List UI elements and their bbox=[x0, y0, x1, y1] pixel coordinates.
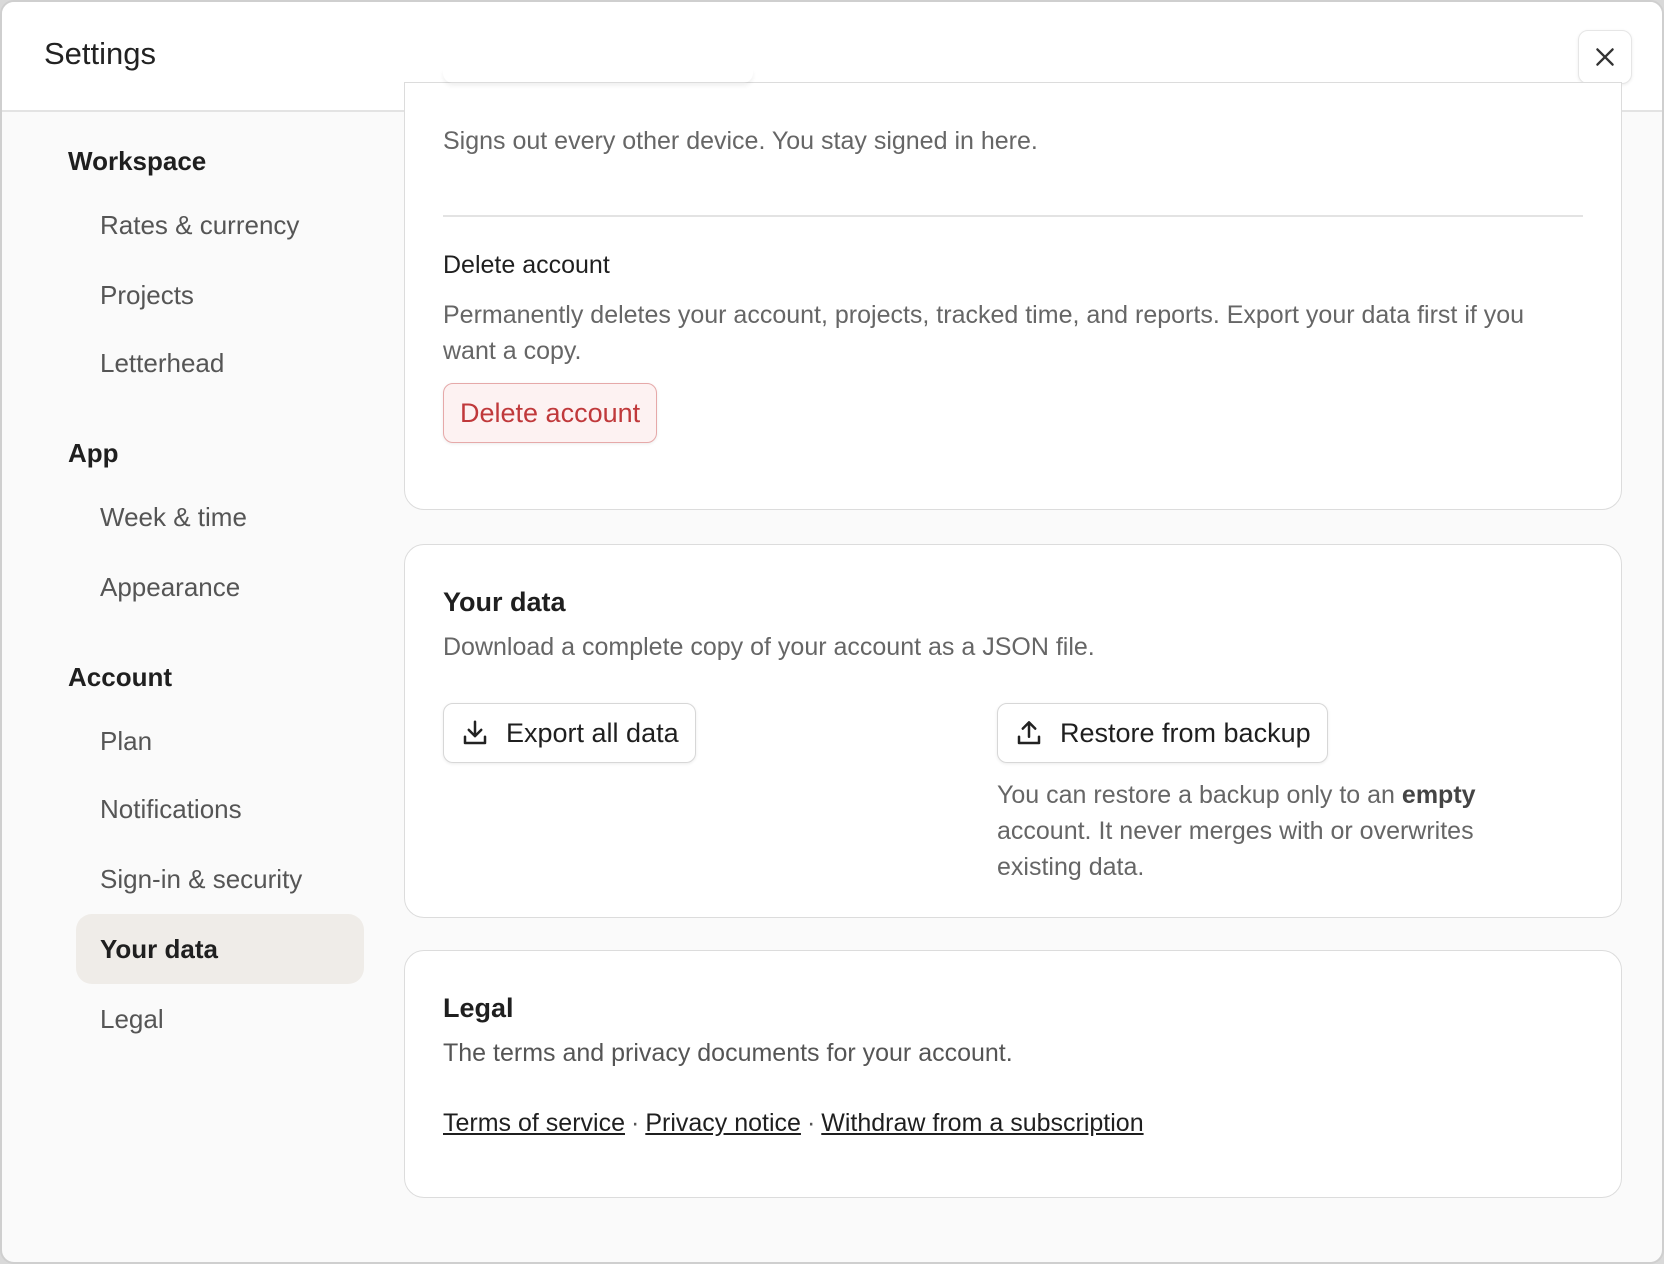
sidebar-item-notifications[interactable]: Notifications bbox=[76, 774, 364, 844]
sidebar-item-label: Your data bbox=[100, 933, 218, 964]
delete-account-title: Delete account bbox=[443, 251, 610, 279]
sidebar-item-label: Rates & currency bbox=[100, 209, 300, 240]
sign-out-hint: Signs out every other device. You stay s… bbox=[443, 127, 1038, 155]
sidebar-item-label: Legal bbox=[100, 1003, 164, 1034]
download-icon bbox=[463, 720, 487, 745]
sidebar-item-label: Plan bbox=[100, 725, 153, 756]
sign-in-security-card: Signs out every other device. You stay s… bbox=[404, 82, 1622, 510]
restore-note-emphasis: empty bbox=[1401, 781, 1476, 809]
sidebar-item-label: Week & time bbox=[100, 501, 247, 532]
scrolled-button-edge bbox=[443, 69, 753, 83]
sidebar-item-label: Projects bbox=[100, 279, 194, 310]
sidebar-item-projects[interactable]: Projects bbox=[76, 260, 364, 330]
sidebar-item-letterhead[interactable]: Letterhead bbox=[76, 328, 364, 398]
sidebar-item-appearance[interactable]: Appearance bbox=[76, 552, 364, 622]
restore-note: You can restore a backup only to an empt… bbox=[997, 777, 1517, 885]
restore-from-backup-button[interactable]: Restore from backup bbox=[997, 703, 1328, 763]
legal-links: Terms of service · Privacy notice · Withdraw… bbox=[443, 1109, 1144, 1138]
dialog-title: Settings bbox=[44, 36, 157, 71]
restore-button-label: Restore from backup bbox=[1060, 717, 1311, 748]
sidebar-item-plan[interactable]: Plan bbox=[76, 706, 364, 776]
restore-note-text: account. It never merges with or overwri… bbox=[997, 817, 1474, 881]
sidebar-item-sign-in-security[interactable]: Sign-in & security bbox=[76, 844, 364, 914]
nav-group-workspace: Workspace bbox=[68, 146, 207, 176]
close-button[interactable] bbox=[1578, 30, 1632, 84]
settings-sidebar: Workspace Rates & currency Projects Lett… bbox=[2, 112, 382, 1262]
sidebar-item-label: Appearance bbox=[100, 571, 241, 602]
your-data-description: Download a complete copy of your account… bbox=[443, 633, 1095, 661]
sidebar-item-your-data[interactable]: Your data bbox=[76, 914, 364, 984]
terms-of-service-link[interactable]: Terms of service bbox=[443, 1109, 625, 1137]
settings-dialog: Settings Workspace Rates & currency Proj… bbox=[0, 0, 1664, 1264]
nav-group-app: App bbox=[68, 438, 119, 468]
your-data-title: Your data bbox=[443, 587, 566, 617]
divider bbox=[443, 215, 1583, 217]
privacy-notice-link[interactable]: Privacy notice bbox=[645, 1109, 801, 1137]
link-separator: · bbox=[806, 1109, 816, 1137]
sidebar-item-label: Letterhead bbox=[100, 347, 225, 378]
sidebar-item-week-time[interactable]: Week & time bbox=[76, 482, 364, 552]
restore-note-text: You can restore a backup only to an bbox=[997, 781, 1402, 809]
link-separator: · bbox=[630, 1109, 640, 1137]
export-button-label: Export all data bbox=[506, 717, 679, 748]
export-all-data-button[interactable]: Export all data bbox=[443, 703, 696, 763]
close-icon bbox=[1596, 48, 1614, 66]
legal-title: Legal bbox=[443, 993, 514, 1023]
withdraw-subscription-link[interactable]: Withdraw from a subscription bbox=[821, 1109, 1143, 1137]
delete-account-button[interactable]: Delete account bbox=[443, 383, 658, 443]
sidebar-item-label: Notifications bbox=[100, 793, 242, 824]
sidebar-item-legal[interactable]: Legal bbox=[76, 984, 364, 1054]
sidebar-item-rates-currency[interactable]: Rates & currency bbox=[76, 190, 364, 260]
delete-account-description: Permanently deletes your account, projec… bbox=[443, 301, 1525, 365]
settings-content[interactable]: Signs out every other device. You stay s… bbox=[382, 82, 1662, 1262]
upload-icon bbox=[1017, 721, 1041, 745]
legal-card: Legal The terms and privacy documents fo… bbox=[404, 950, 1622, 1198]
legal-description: The terms and privacy documents for your… bbox=[443, 1039, 1013, 1067]
nav-group-account: Account bbox=[68, 662, 172, 692]
sidebar-item-label: Sign-in & security bbox=[100, 863, 303, 894]
your-data-card: Your data Download a complete copy of yo… bbox=[404, 544, 1622, 918]
